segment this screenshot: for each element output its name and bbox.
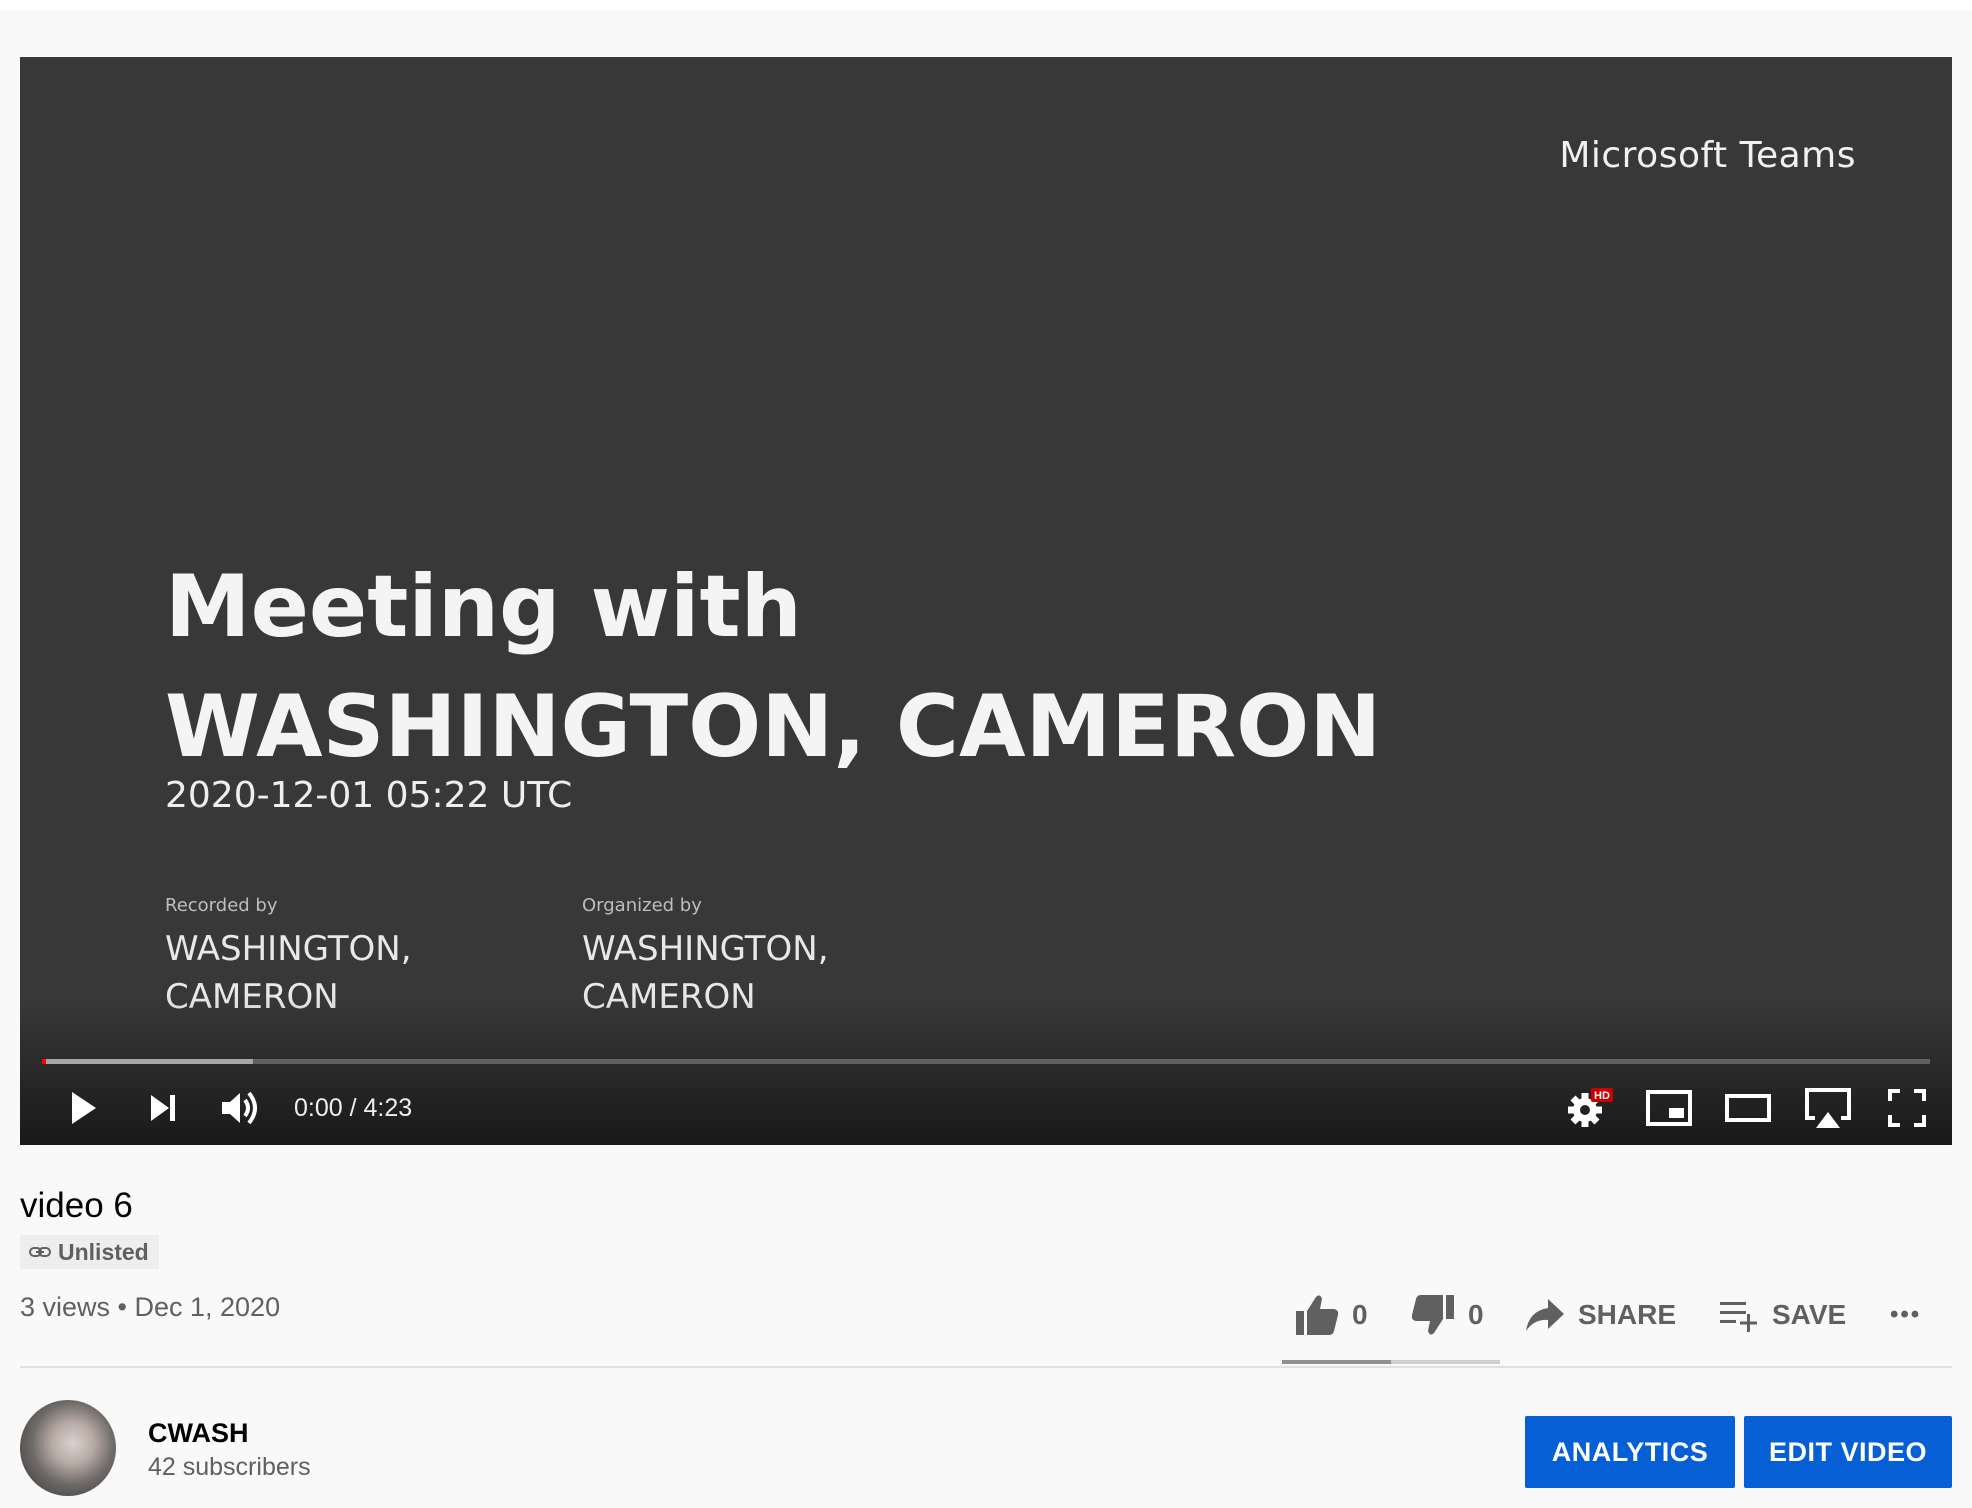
save-label: SAVE bbox=[1772, 1299, 1847, 1330]
thumbs-down-icon bbox=[1411, 1295, 1454, 1335]
more-actions-button[interactable]: ••• bbox=[1890, 1290, 1921, 1340]
top-strip bbox=[0, 0, 1972, 10]
miniplayer-icon bbox=[1646, 1090, 1692, 1126]
organized-by-label: Organized by bbox=[582, 895, 702, 916]
dislike-button[interactable]: 0 bbox=[1410, 1290, 1484, 1340]
more-icon: ••• bbox=[1890, 1301, 1922, 1328]
next-icon bbox=[151, 1095, 175, 1121]
sentiment-bar bbox=[1282, 1360, 1500, 1364]
next-button[interactable] bbox=[136, 1083, 190, 1133]
theater-mode-button[interactable] bbox=[1721, 1083, 1775, 1133]
settings-button[interactable]: HD bbox=[1562, 1083, 1616, 1133]
frame-brand: Microsoft Teams bbox=[1559, 135, 1856, 176]
airplay-button[interactable] bbox=[1801, 1083, 1855, 1133]
link-icon bbox=[29, 1247, 51, 1257]
progress-buffered bbox=[42, 1059, 254, 1064]
share-button[interactable]: SHARE bbox=[1524, 1290, 1676, 1340]
share-label: SHARE bbox=[1578, 1299, 1677, 1330]
video-player[interactable]: Microsoft Teams Meeting with WASHINGTON,… bbox=[20, 57, 1952, 1145]
thumbs-up-icon bbox=[1296, 1295, 1339, 1335]
airplay-icon bbox=[1805, 1088, 1851, 1128]
play-icon bbox=[72, 1092, 96, 1124]
playlist-add-icon bbox=[1720, 1302, 1757, 1332]
analytics-button[interactable]: ANALYTICS bbox=[1525, 1416, 1735, 1488]
sentiment-like-portion bbox=[1282, 1360, 1391, 1364]
play-button[interactable] bbox=[56, 1083, 110, 1133]
share-icon bbox=[1526, 1299, 1564, 1331]
settings-icon: HD bbox=[1568, 1088, 1613, 1127]
dislike-count: 0 bbox=[1468, 1299, 1484, 1330]
frame-meeting-title: Meeting with WASHINGTON, CAMERON bbox=[165, 557, 1382, 777]
frame-meeting-date: 2020-12-01 05:22 UTC bbox=[165, 775, 573, 816]
progress-played bbox=[42, 1059, 46, 1064]
subscriber-count: 42 subscribers bbox=[148, 1453, 311, 1481]
like-button[interactable]: 0 bbox=[1294, 1290, 1368, 1340]
player-controls: 0:00 / 4:23 HD bbox=[20, 1077, 1952, 1139]
save-button[interactable]: SAVE bbox=[1718, 1290, 1846, 1340]
video-title: video 6 bbox=[20, 1186, 133, 1225]
volume-button[interactable] bbox=[214, 1083, 268, 1133]
miniplayer-button[interactable] bbox=[1642, 1083, 1696, 1133]
theater-icon bbox=[1725, 1094, 1771, 1122]
volume-icon bbox=[222, 1091, 257, 1125]
visibility-badge: Unlisted bbox=[20, 1235, 159, 1269]
time-display: 0:00 / 4:23 bbox=[294, 1094, 413, 1122]
fullscreen-icon bbox=[1888, 1089, 1926, 1127]
divider bbox=[20, 1366, 1952, 1368]
progress-bar[interactable] bbox=[42, 1059, 1930, 1064]
like-count: 0 bbox=[1352, 1299, 1368, 1330]
channel-name[interactable]: CWASH bbox=[148, 1418, 249, 1449]
edit-video-button[interactable]: EDIT VIDEO bbox=[1744, 1416, 1952, 1488]
visibility-label: Unlisted bbox=[58, 1238, 149, 1265]
avatar[interactable] bbox=[20, 1400, 116, 1496]
hd-badge: HD bbox=[1594, 1090, 1610, 1102]
views-and-date: 3 views • Dec 1, 2020 bbox=[20, 1292, 281, 1322]
fullscreen-button[interactable] bbox=[1880, 1083, 1934, 1133]
recorded-by-label: Recorded by bbox=[165, 895, 278, 916]
